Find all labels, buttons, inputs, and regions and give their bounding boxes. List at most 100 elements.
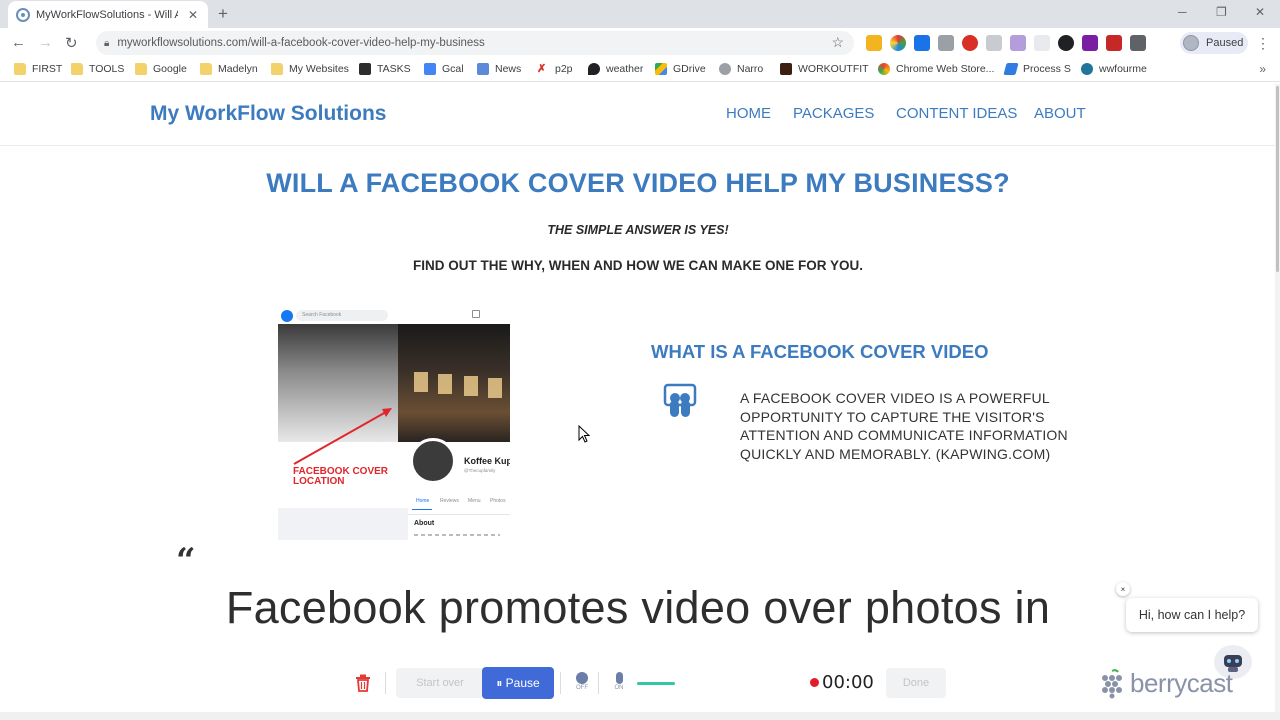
minimize-icon[interactable]: ─ <box>1178 5 1187 19</box>
gdrive-icon <box>655 63 667 75</box>
back-icon[interactable]: ← <box>11 34 26 51</box>
fb-cover-location-label: FACEBOOK COVER LOCATION <box>293 466 389 487</box>
divider <box>598 672 599 694</box>
berrycast-logo: berrycast <box>1098 668 1233 699</box>
new-tab-icon[interactable]: + <box>218 4 228 24</box>
bookmark-label: Google <box>153 63 187 75</box>
bookmark-label: My Websites <box>289 63 349 75</box>
site-nav: HOME PACKAGES CONTENT IDEAS ABOUT <box>716 105 1276 125</box>
done-button[interactable]: Done <box>886 668 946 698</box>
bookmark-label: TASKS <box>377 63 411 75</box>
mouse-cursor-icon <box>578 425 590 443</box>
recording-timer: 00:00 <box>822 672 874 693</box>
bookmark-label: p2p <box>555 63 573 75</box>
folder-icon <box>14 63 26 75</box>
chat-close-icon[interactable]: × <box>1116 582 1130 596</box>
browser-tab[interactable]: MyWorkFlowSolutions - Will A Fa ✕ <box>8 1 208 28</box>
chat-greeting-bubble[interactable]: Hi, how can I help? <box>1126 598 1258 632</box>
address-bar[interactable]: 🔒︎ myworkflowsolutions.com/will-a-facebo… <box>96 31 854 55</box>
microphone-toggle[interactable]: ON <box>609 672 629 696</box>
quote-icon: “ <box>176 541 196 581</box>
folder-icon <box>271 63 283 75</box>
bookmark-item[interactable]: Narro <box>719 63 763 75</box>
bookmark-item[interactable]: TOOLS <box>71 63 124 75</box>
extension-icon[interactable] <box>1010 35 1026 51</box>
bookmark-label: News <box>495 63 522 75</box>
bookmark-item[interactable]: WORKOUTFIT <box>780 63 869 75</box>
bookmark-item[interactable]: weather <box>588 63 643 75</box>
bookmark-item[interactable]: TASKS <box>359 63 411 75</box>
url-text: myworkflowsolutions.com/will-a-facebook-… <box>117 37 485 49</box>
red-arrow-icon <box>293 408 392 465</box>
bookmark-item[interactable]: Chrome Web Store... <box>878 63 994 75</box>
weather-drop-icon <box>588 63 600 75</box>
page-title: WILL A FACEBOOK COVER VIDEO HELP MY BUSI… <box>266 168 1010 198</box>
camera-state: OFF <box>576 685 588 691</box>
divider <box>385 672 386 694</box>
search-extension-icon[interactable] <box>1058 35 1074 51</box>
nav-home[interactable]: HOME <box>726 105 771 122</box>
tab-close-icon[interactable]: ✕ <box>188 8 198 22</box>
profile-button[interactable]: Paused <box>1180 32 1248 54</box>
browser-menu-icon[interactable]: ⋮ <box>1256 35 1270 52</box>
bookmark-item[interactable]: wwfourme <box>1081 63 1147 75</box>
bookmark-item[interactable]: Process S <box>1003 63 1071 75</box>
grapes-icon <box>1102 668 1122 698</box>
notion-icon <box>359 63 371 75</box>
bookmark-item[interactable]: ✗ p2p <box>537 63 573 75</box>
site-logo-title[interactable]: My WorkFlow Solutions <box>150 102 386 126</box>
bookmark-item[interactable]: My Websites <box>271 63 349 75</box>
bookmark-label: Narro <box>737 63 764 75</box>
bookmark-label: TOOLS <box>89 63 125 75</box>
divider <box>560 672 561 694</box>
microphone-icon <box>615 672 623 684</box>
bookmark-item[interactable]: Google <box>135 63 187 75</box>
bookmarks-overflow-icon[interactable]: » <box>1259 62 1266 76</box>
puzzle-extensions-icon[interactable] <box>1130 35 1146 51</box>
bookmark-item[interactable]: GDrive <box>655 63 706 75</box>
extension-icon[interactable] <box>1034 35 1050 51</box>
nav-about[interactable]: ABOUT <box>1034 105 1086 122</box>
extension-icon[interactable] <box>938 35 954 51</box>
bookmark-label: Chrome Web Store... <box>896 63 995 75</box>
bookmark-star-icon[interactable]: ☆ <box>831 34 844 51</box>
restore-icon[interactable]: ❐ <box>1216 5 1227 19</box>
section-body-text: A FACEBOOK COVER VIDEO IS A POWERFUL OPP… <box>740 390 1068 462</box>
extension-icon[interactable] <box>962 35 978 51</box>
bookmark-item[interactable]: FIRST <box>14 63 62 75</box>
lock-icon: 🔒︎ <box>104 37 110 49</box>
color-picker-extension-icon[interactable] <box>890 35 906 51</box>
slideshare-icon <box>663 383 697 417</box>
page-subtitle: THE SIMPLE ANSWER IS YES! <box>547 223 729 237</box>
bookmark-item[interactable]: Madelyn <box>200 63 258 75</box>
reload-icon[interactable]: ↻ <box>65 34 78 52</box>
bookmark-item[interactable]: News <box>477 63 521 75</box>
extension-icon[interactable] <box>914 35 930 51</box>
forward-icon[interactable]: → <box>38 34 53 51</box>
extension-icon[interactable] <box>1082 35 1098 51</box>
trash-icon[interactable] <box>355 674 371 692</box>
pause-button[interactable]: ⏸ Pause <box>482 667 554 699</box>
start-over-button[interactable]: Start over <box>396 668 484 698</box>
page-subtitle-secondary: FIND OUT THE WHY, WHEN AND HOW WE CAN MA… <box>413 258 863 273</box>
berrycast-wordmark: berrycast <box>1130 668 1233 698</box>
folder-icon <box>135 63 147 75</box>
audio-level-meter <box>637 682 675 685</box>
extension-icon[interactable] <box>986 35 1002 51</box>
microphone-state: ON <box>614 685 624 691</box>
scrollbar-thumb[interactable] <box>1276 86 1279 272</box>
site-header: My WorkFlow Solutions HOME PACKAGES CONT… <box>0 84 1276 146</box>
bookmark-label: weather <box>606 63 644 75</box>
bookmark-item[interactable]: Gcal <box>424 63 464 75</box>
browser-toolbar: ← → ↻ 🔒︎ myworkflowsolutions.com/will-a-… <box>0 28 1280 58</box>
profile-status: Paused <box>1206 37 1244 49</box>
bookmark-label: wwfourme <box>1099 63 1147 75</box>
extension-icon[interactable] <box>866 35 882 51</box>
bookmark-label: FIRST <box>32 63 63 75</box>
extension-icon[interactable] <box>1106 35 1122 51</box>
window-close-icon[interactable]: ✕ <box>1255 5 1265 19</box>
nav-packages[interactable]: PACKAGES <box>793 105 874 122</box>
nav-content-ideas[interactable]: CONTENT IDEAS <box>896 105 1017 122</box>
site-favicon-icon <box>16 7 30 22</box>
camera-toggle[interactable]: OFF <box>572 672 592 696</box>
